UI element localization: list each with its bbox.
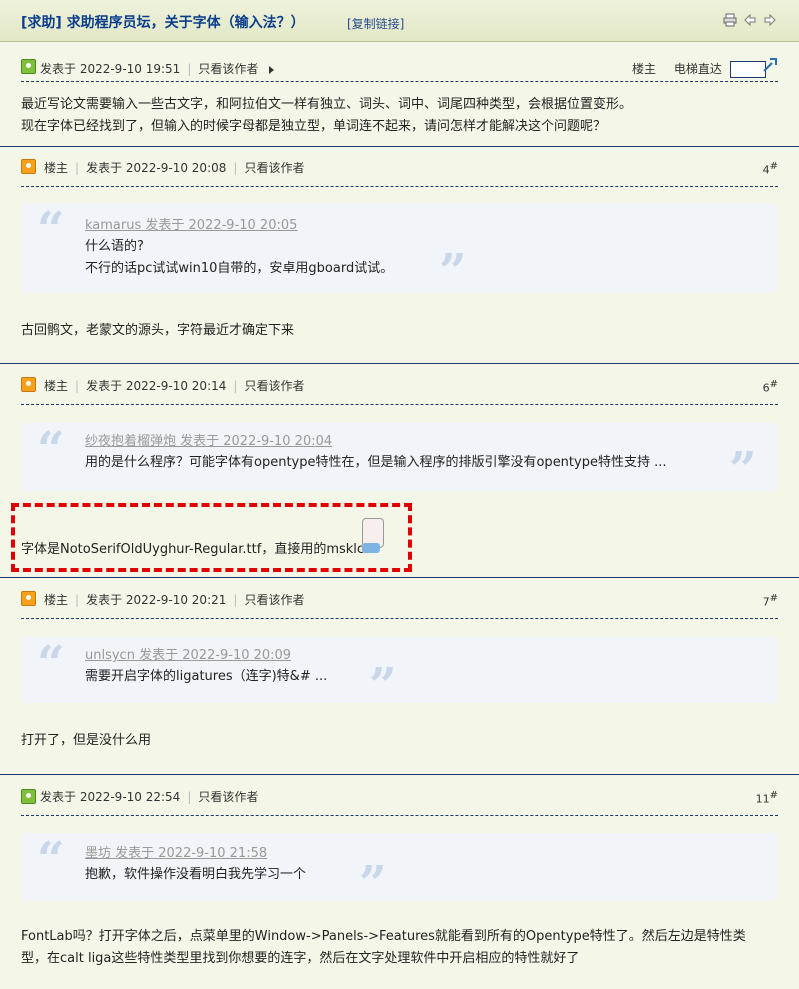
- quote-author-link[interactable]: unlsycn 发表于 2022-9-10 20:09: [85, 648, 291, 663]
- post-content: FontLab吗？打开字体之后，点菜单里的Window->Panels->Fea…: [21, 926, 778, 970]
- sticker-image-base: [362, 543, 380, 553]
- post-line: 现在字体已经找到了，但输入的时候字母都是独立型，单词连不起来，请问怎样才能解决这…: [21, 119, 607, 134]
- louzhu-label: 楼主: [632, 62, 657, 76]
- floor-number[interactable]: 4#: [763, 161, 778, 177]
- floor-mark: #: [769, 593, 778, 604]
- post-floor-7: 楼主 | 发表于 2022-9-10 20:21 | 只看该作者 7# “ unlsyc…: [0, 579, 799, 775]
- avatar[interactable]: [21, 591, 36, 606]
- floor-mark: #: [769, 790, 778, 801]
- post-op: 发表于 2022-9-10 19:51 | 只看该作者 楼主 电梯直达 最近写论文需…: [0, 42, 799, 147]
- avatar[interactable]: [21, 789, 36, 804]
- post-line: 型，在calt liga这些特性类型里找到你想要的连字，然后在文字处理软件中开启…: [21, 951, 580, 966]
- divider: |: [233, 161, 238, 175]
- divider: |: [187, 62, 192, 76]
- open-quote-icon: “: [37, 832, 65, 888]
- role-label: 楼主: [44, 161, 69, 175]
- close-quote-icon: ”: [729, 442, 757, 498]
- post-content: 打开了，但是没什么用: [21, 733, 152, 748]
- divider: |: [75, 161, 80, 175]
- quote-line: 抱歉，软件操作没看明白我先学习一个: [85, 867, 307, 882]
- floor-value: 4: [762, 163, 770, 177]
- floor-number[interactable]: 6#: [763, 379, 778, 395]
- divider: |: [233, 379, 238, 393]
- floor-mark: #: [769, 379, 778, 390]
- only-author-link[interactable]: 只看该作者: [198, 62, 258, 76]
- next-thread-icon[interactable]: [763, 13, 777, 27]
- role-label: 楼主: [44, 379, 69, 393]
- ladder-input[interactable]: [729, 61, 766, 78]
- post-content: 最近写论文需要输入一些古文字，和阿拉伯文一样有独立、词头、词中、词尾四种类型，会…: [21, 94, 778, 138]
- copy-link[interactable]: [复制链接]: [347, 15, 404, 32]
- divider: |: [187, 790, 192, 804]
- only-author-link[interactable]: 只看该作者: [244, 161, 304, 175]
- thread-title-bar: [求助] 求助程序员坛，关于字体（输入法？） [复制链接]: [0, 0, 799, 42]
- only-author-link[interactable]: 只看该作者: [244, 379, 304, 393]
- quote-block: “ kamarus 发表于 2022-9-10 20:05 什么语的? 不行的话…: [21, 202, 777, 297]
- post-header: 楼主 | 发表于 2022-9-10 20:21 | 只看该作者 7#: [21, 579, 778, 619]
- prev-thread-icon[interactable]: [743, 13, 757, 27]
- quote-block: “ 纱夜抱着榴弹炮 发表于 2022-9-10 20:04 用的是什么程序？可能…: [21, 422, 777, 495]
- ladder-label: 电梯直达: [673, 62, 722, 76]
- floor-value: 11: [755, 792, 770, 806]
- divider: |: [75, 593, 80, 607]
- quote-author-link[interactable]: 墨坊 发表于 2022-9-10 21:58: [85, 846, 267, 861]
- floor-number[interactable]: 7#: [763, 593, 778, 609]
- post-floor-11: 发表于 2022-9-10 22:54 | 只看该作者 11# “ 墨坊 发表于 2…: [0, 776, 799, 989]
- open-quote-icon: “: [37, 636, 65, 692]
- post-header: 楼主 | 发表于 2022-9-10 20:14 | 只看该作者 6#: [21, 365, 778, 405]
- close-quote-icon: ”: [359, 856, 387, 912]
- post-content: 古回鹘文，老蒙文的源头，字符最近才确定下来: [21, 323, 295, 338]
- floor-value: 7: [762, 595, 770, 609]
- thread-title: [求助] 求助程序员坛，关于字体（输入法？）: [21, 15, 305, 31]
- triangle-right-icon[interactable]: [268, 65, 276, 75]
- quote-line: 不行的话pc试试win10自带的，安卓用gboard试试。: [85, 261, 394, 276]
- floor-mark: #: [769, 161, 778, 172]
- floor-value: 6: [762, 381, 770, 395]
- quote-line: 需要开启字体的ligatures（连字)特&# ...: [85, 669, 328, 684]
- divider: |: [75, 379, 80, 393]
- quote-block: “ unlsycn 发表于 2022-9-10 20:09 需要开启字体的lig…: [21, 636, 777, 711]
- close-quote-icon: ”: [439, 244, 467, 300]
- post-line: FontLab吗？打开字体之后，点菜单里的Window->Panels->Fea…: [21, 929, 746, 944]
- post-time: 发表于 2022-9-10 20:14: [86, 379, 227, 393]
- quote-line: 用的是什么程序？可能字体有opentype特性在，但是输入程序的排版引擎没有op…: [85, 455, 667, 470]
- floor-number[interactable]: 11#: [756, 790, 778, 806]
- post-time: 发表于 2022-9-10 20:08: [86, 161, 227, 175]
- quote-block: “ 墨坊 发表于 2022-9-10 21:58 抱歉，软件操作没看明白我先学习…: [21, 832, 777, 909]
- avatar[interactable]: [21, 159, 36, 174]
- divider: |: [233, 593, 238, 607]
- post-time: 发表于 2022-9-10 19:51: [40, 62, 181, 76]
- post-header: 发表于 2022-9-10 22:54 | 只看该作者 11#: [21, 776, 778, 816]
- post-floor-4: 楼主 | 发表于 2022-9-10 20:08 | 只看该作者 4# “ kamaru…: [0, 147, 799, 364]
- quote-author-link[interactable]: kamarus 发表于 2022-9-10 20:05: [85, 218, 297, 233]
- post-time: 发表于 2022-9-10 20:21: [86, 593, 227, 607]
- avatar[interactable]: [21, 377, 36, 392]
- open-quote-icon: “: [37, 202, 65, 258]
- only-author-link[interactable]: 只看该作者: [198, 790, 258, 804]
- open-quote-icon: “: [37, 422, 65, 478]
- jump-icon[interactable]: [762, 57, 778, 73]
- post-header: 发表于 2022-9-10 19:51 | 只看该作者 楼主 电梯直达: [21, 42, 778, 82]
- post-time: 发表于 2022-9-10 22:54: [40, 790, 181, 804]
- quote-author-link[interactable]: 纱夜抱着榴弹炮 发表于 2022-9-10 20:04: [85, 434, 332, 449]
- post-line: 最近写论文需要输入一些古文字，和阿拉伯文一样有独立、词头、词中、词尾四种类型，会…: [21, 97, 633, 112]
- close-quote-icon: ”: [369, 658, 397, 714]
- role-label: 楼主: [44, 593, 69, 607]
- post-header: 楼主 | 发表于 2022-9-10 20:08 | 只看该作者 4#: [21, 147, 778, 187]
- quote-line: 什么语的?: [85, 239, 144, 254]
- only-author-link[interactable]: 只看该作者: [244, 593, 304, 607]
- highlight-annotation: [11, 503, 412, 572]
- print-icon[interactable]: [723, 13, 737, 27]
- thread-tools: [723, 13, 777, 27]
- avatar[interactable]: [21, 59, 36, 74]
